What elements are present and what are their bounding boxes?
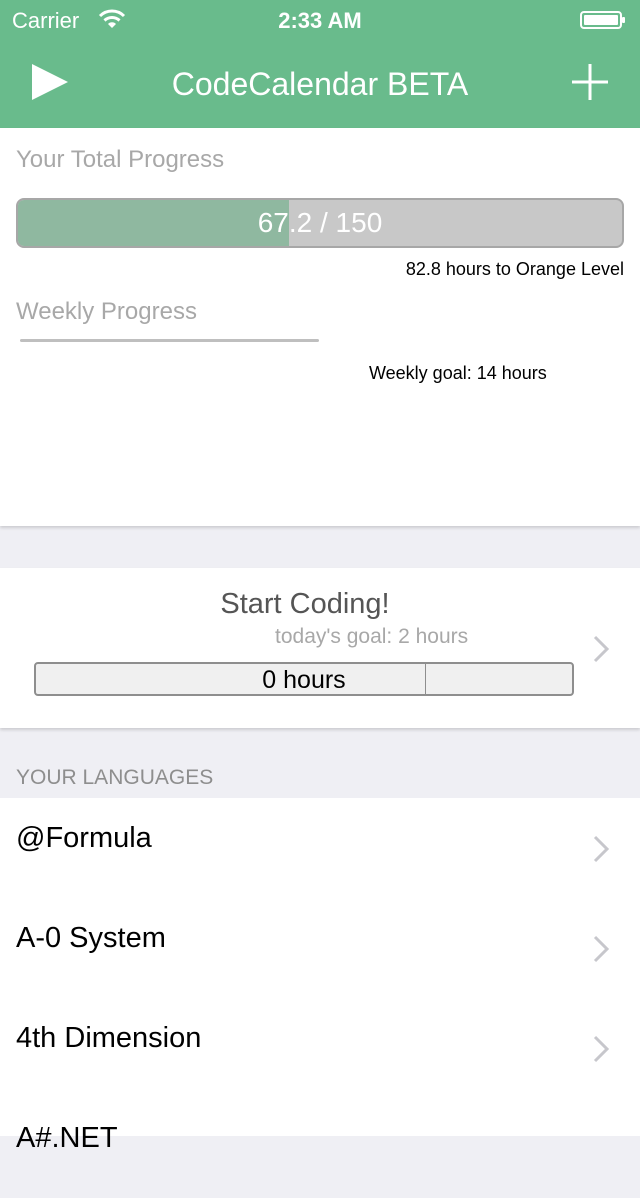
plus-icon[interactable] [566, 58, 614, 106]
hours-to-next-level: 82.8 hours to Orange Level [405, 259, 624, 279]
language-name: 4th Dimension [16, 1022, 202, 1054]
language-row[interactable]: A#.NET [0, 1098, 640, 1198]
chevron-right-icon [593, 835, 610, 863]
weekly-progress-label: Weekly Progress [16, 298, 197, 325]
language-row[interactable]: @Formula [0, 798, 640, 898]
status-time: 2:33 AM [278, 8, 362, 33]
language-name: A-0 System [16, 922, 166, 954]
battery-icon [580, 11, 625, 29]
chevron-right-icon [593, 1035, 610, 1063]
language-row[interactable]: 4th Dimension [0, 998, 640, 1098]
today-progress-bar: 0 hours [34, 662, 574, 696]
total-progress-label: Your Total Progress [16, 146, 225, 173]
today-goal-text: today's goal: 2 hours [275, 625, 469, 648]
chevron-right-icon[interactable] [592, 634, 610, 664]
chevron-right-icon [593, 935, 610, 963]
page-title: CodeCalendar BETA [171, 66, 469, 102]
weekly-goal-text: Weekly goal: 14 hours [369, 363, 547, 383]
language-name: @Formula [16, 822, 152, 854]
languages-list: @Formula A-0 System 4th Dimension A#.NET [0, 798, 640, 1154]
weekly-progress-line [20, 339, 319, 342]
languages-section-header: YOUR LANGUAGES [16, 766, 214, 789]
language-name: A#.NET [16, 1122, 118, 1154]
progress-card [0, 128, 640, 526]
language-row[interactable]: A-0 System [0, 898, 640, 998]
total-progress-bar: 67.2 / 150 [16, 198, 624, 248]
today-hours-text: 0 hours [262, 666, 346, 694]
total-progress-text: 67.2 / 150 [257, 207, 383, 238]
start-coding-title: Start Coding! [220, 588, 390, 620]
